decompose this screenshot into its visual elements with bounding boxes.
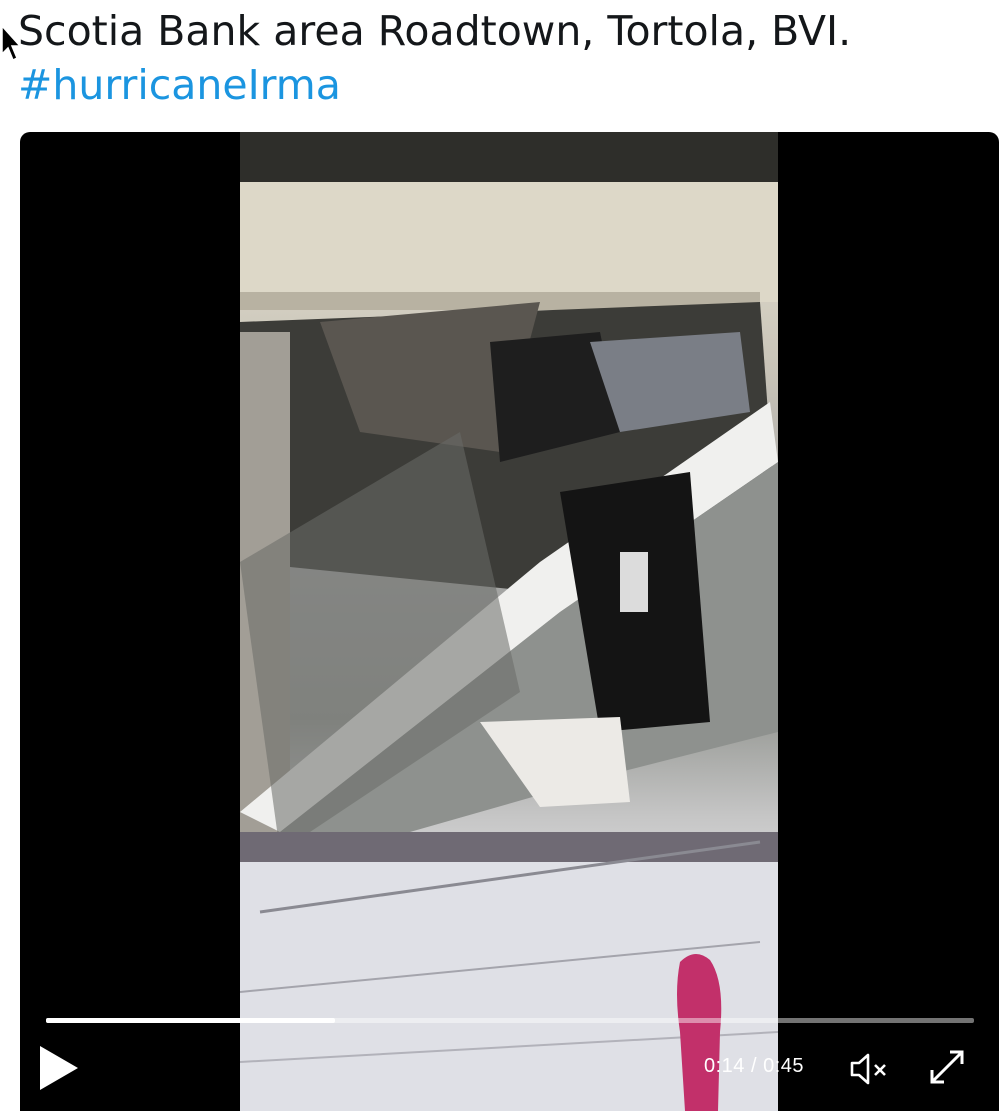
- play-icon[interactable]: [34, 1042, 82, 1094]
- video-progress-fill: [46, 1018, 335, 1023]
- volume-muted-icon[interactable]: [848, 1050, 892, 1088]
- fullscreen-expand-icon[interactable]: [924, 1044, 970, 1090]
- hashtag-link[interactable]: #hurricaneIrma: [18, 58, 978, 112]
- tweet-text: Scotia Bank area Roadtown, Tortola, BVI.…: [18, 4, 978, 112]
- video-player[interactable]: 0:14 / 0:45: [20, 132, 999, 1111]
- video-still-image: [240, 132, 778, 1111]
- tweet-body: Scotia Bank area Roadtown, Tortola, BVI.: [18, 7, 852, 55]
- video-time-display: 0:14 / 0:45: [704, 1055, 805, 1077]
- video-progress-bar[interactable]: [46, 1018, 974, 1023]
- video-frame: [240, 132, 778, 1111]
